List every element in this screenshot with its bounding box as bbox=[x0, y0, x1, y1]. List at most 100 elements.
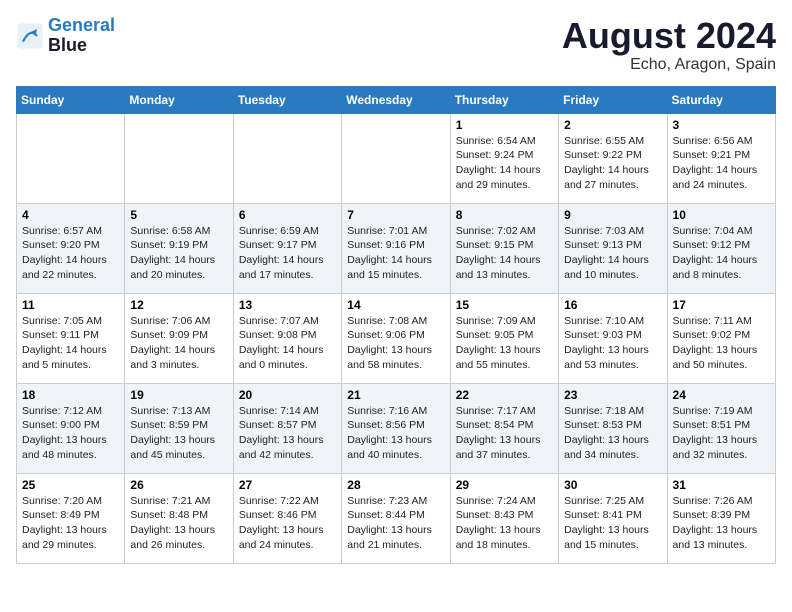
day-cell: 13 Sunrise: 7:07 AMSunset: 9:08 PMDayligh… bbox=[233, 293, 341, 383]
day-number: 14 bbox=[347, 298, 444, 312]
day-info: Sunrise: 7:23 AMSunset: 8:44 PMDaylight:… bbox=[347, 494, 444, 553]
day-info: Sunrise: 7:05 AMSunset: 9:11 PMDaylight:… bbox=[22, 314, 119, 373]
day-info: Sunrise: 7:13 AMSunset: 8:59 PMDaylight:… bbox=[130, 404, 227, 463]
day-number: 2 bbox=[564, 118, 661, 132]
day-cell: 10 Sunrise: 7:04 AMSunset: 9:12 PMDayligh… bbox=[667, 203, 775, 293]
title-block: August 2024 Echo, Aragon, Spain bbox=[562, 16, 776, 74]
day-info: Sunrise: 7:16 AMSunset: 8:56 PMDaylight:… bbox=[347, 404, 444, 463]
day-number: 9 bbox=[564, 208, 661, 222]
day-cell: 17 Sunrise: 7:11 AMSunset: 9:02 PMDayligh… bbox=[667, 293, 775, 383]
day-cell: 24Sunrise: 7:19 AMSunset: 8:51 PMDayligh… bbox=[667, 383, 775, 473]
day-info: Sunrise: 7:14 AMSunset: 8:57 PMDaylight:… bbox=[239, 404, 336, 463]
day-number: 6 bbox=[239, 208, 336, 222]
day-cell: 3 Sunrise: 6:56 AMSunset: 9:21 PMDaylight… bbox=[667, 113, 775, 203]
header-cell-tuesday: Tuesday bbox=[233, 86, 341, 113]
day-number: 23 bbox=[564, 388, 661, 402]
day-number: 16 bbox=[564, 298, 661, 312]
calendar-header: SundayMondayTuesdayWednesdayThursdayFrid… bbox=[17, 86, 776, 113]
day-number: 10 bbox=[673, 208, 770, 222]
day-cell bbox=[342, 113, 450, 203]
header-cell-friday: Friday bbox=[559, 86, 667, 113]
logo: General Blue bbox=[16, 16, 115, 56]
day-cell: 31 Sunrise: 7:26 AMSunset: 8:39 PMDayligh… bbox=[667, 473, 775, 563]
day-cell: 15 Sunrise: 7:09 AMSunset: 9:05 PMDayligh… bbox=[450, 293, 558, 383]
day-cell: 21 Sunrise: 7:16 AMSunset: 8:56 PMDayligh… bbox=[342, 383, 450, 473]
header-cell-thursday: Thursday bbox=[450, 86, 558, 113]
header-cell-wednesday: Wednesday bbox=[342, 86, 450, 113]
day-cell: 14 Sunrise: 7:08 AMSunset: 9:06 PMDayligh… bbox=[342, 293, 450, 383]
day-number: 26 bbox=[130, 478, 227, 492]
week-row-4: 18 Sunrise: 7:12 AMSunset: 9:00 PMDayligh… bbox=[17, 383, 776, 473]
calendar-table: SundayMondayTuesdayWednesdayThursdayFrid… bbox=[16, 86, 776, 564]
day-info: Sunrise: 7:09 AMSunset: 9:05 PMDaylight:… bbox=[456, 314, 553, 373]
day-cell: 9 Sunrise: 7:03 AMSunset: 9:13 PMDaylight… bbox=[559, 203, 667, 293]
day-info: Sunrise: 7:21 AMSunset: 8:48 PMDaylight:… bbox=[130, 494, 227, 553]
day-info: Sunrise: 7:12 AMSunset: 9:00 PMDaylight:… bbox=[22, 404, 119, 463]
location: Echo, Aragon, Spain bbox=[562, 56, 776, 74]
day-cell: 18 Sunrise: 7:12 AMSunset: 9:00 PMDayligh… bbox=[17, 383, 125, 473]
day-number: 22 bbox=[456, 388, 553, 402]
day-info: Sunrise: 6:59 AMSunset: 9:17 PMDaylight:… bbox=[239, 224, 336, 283]
header-cell-monday: Monday bbox=[125, 86, 233, 113]
month-title: August 2024 bbox=[562, 16, 776, 56]
day-info: Sunrise: 6:58 AMSunset: 9:19 PMDaylight:… bbox=[130, 224, 227, 283]
day-number: 27 bbox=[239, 478, 336, 492]
day-info: Sunrise: 7:03 AMSunset: 9:13 PMDaylight:… bbox=[564, 224, 661, 283]
day-number: 4 bbox=[22, 208, 119, 222]
day-cell: 8 Sunrise: 7:02 AMSunset: 9:15 PMDaylight… bbox=[450, 203, 558, 293]
day-number: 29 bbox=[456, 478, 553, 492]
day-info: Sunrise: 7:22 AMSunset: 8:46 PMDaylight:… bbox=[239, 494, 336, 553]
day-cell: 20 Sunrise: 7:14 AMSunset: 8:57 PMDayligh… bbox=[233, 383, 341, 473]
calendar-body: 1Sunrise: 6:54 AMSunset: 9:24 PMDaylight… bbox=[17, 113, 776, 563]
day-info: Sunrise: 7:26 AMSunset: 8:39 PMDaylight:… bbox=[673, 494, 770, 553]
day-number: 8 bbox=[456, 208, 553, 222]
day-number: 21 bbox=[347, 388, 444, 402]
day-info: Sunrise: 7:08 AMSunset: 9:06 PMDaylight:… bbox=[347, 314, 444, 373]
day-number: 20 bbox=[239, 388, 336, 402]
day-info: Sunrise: 7:01 AMSunset: 9:16 PMDaylight:… bbox=[347, 224, 444, 283]
day-cell: 12Sunrise: 7:06 AMSunset: 9:09 PMDayligh… bbox=[125, 293, 233, 383]
day-number: 15 bbox=[456, 298, 553, 312]
day-cell: 25 Sunrise: 7:20 AMSunset: 8:49 PMDayligh… bbox=[17, 473, 125, 563]
day-info: Sunrise: 7:07 AMSunset: 9:08 PMDaylight:… bbox=[239, 314, 336, 373]
logo-blue: Blue bbox=[48, 35, 87, 55]
header-cell-sunday: Sunday bbox=[17, 86, 125, 113]
day-number: 24 bbox=[673, 388, 770, 402]
day-info: Sunrise: 6:55 AMSunset: 9:22 PMDaylight:… bbox=[564, 134, 661, 193]
logo-general: General bbox=[48, 15, 115, 35]
day-info: Sunrise: 6:56 AMSunset: 9:21 PMDaylight:… bbox=[673, 134, 770, 193]
day-info: Sunrise: 7:02 AMSunset: 9:15 PMDaylight:… bbox=[456, 224, 553, 283]
day-info: Sunrise: 7:18 AMSunset: 8:53 PMDaylight:… bbox=[564, 404, 661, 463]
day-cell: 16Sunrise: 7:10 AMSunset: 9:03 PMDayligh… bbox=[559, 293, 667, 383]
day-number: 17 bbox=[673, 298, 770, 312]
logo-text: General Blue bbox=[48, 16, 115, 56]
day-number: 30 bbox=[564, 478, 661, 492]
day-cell: 22Sunrise: 7:17 AMSunset: 8:54 PMDayligh… bbox=[450, 383, 558, 473]
day-info: Sunrise: 7:20 AMSunset: 8:49 PMDaylight:… bbox=[22, 494, 119, 553]
header-row: SundayMondayTuesdayWednesdayThursdayFrid… bbox=[17, 86, 776, 113]
day-info: Sunrise: 7:11 AMSunset: 9:02 PMDaylight:… bbox=[673, 314, 770, 373]
day-number: 5 bbox=[130, 208, 227, 222]
week-row-3: 11 Sunrise: 7:05 AMSunset: 9:11 PMDayligh… bbox=[17, 293, 776, 383]
day-number: 3 bbox=[673, 118, 770, 132]
day-cell: 30Sunrise: 7:25 AMSunset: 8:41 PMDayligh… bbox=[559, 473, 667, 563]
day-info: Sunrise: 7:24 AMSunset: 8:43 PMDaylight:… bbox=[456, 494, 553, 553]
week-row-2: 4 Sunrise: 6:57 AMSunset: 9:20 PMDaylight… bbox=[17, 203, 776, 293]
day-cell: 2 Sunrise: 6:55 AMSunset: 9:22 PMDaylight… bbox=[559, 113, 667, 203]
day-number: 11 bbox=[22, 298, 119, 312]
day-number: 19 bbox=[130, 388, 227, 402]
day-cell: 29 Sunrise: 7:24 AMSunset: 8:43 PMDayligh… bbox=[450, 473, 558, 563]
day-number: 25 bbox=[22, 478, 119, 492]
day-number: 31 bbox=[673, 478, 770, 492]
day-cell: 23 Sunrise: 7:18 AMSunset: 8:53 PMDayligh… bbox=[559, 383, 667, 473]
day-info: Sunrise: 6:57 AMSunset: 9:20 PMDaylight:… bbox=[22, 224, 119, 283]
day-number: 18 bbox=[22, 388, 119, 402]
day-info: Sunrise: 7:04 AMSunset: 9:12 PMDaylight:… bbox=[673, 224, 770, 283]
day-info: Sunrise: 6:54 AMSunset: 9:24 PMDaylight:… bbox=[456, 134, 553, 193]
week-row-1: 1Sunrise: 6:54 AMSunset: 9:24 PMDaylight… bbox=[17, 113, 776, 203]
day-number: 13 bbox=[239, 298, 336, 312]
day-cell: 5 Sunrise: 6:58 AMSunset: 9:19 PMDaylight… bbox=[125, 203, 233, 293]
day-number: 7 bbox=[347, 208, 444, 222]
day-cell: 7 Sunrise: 7:01 AMSunset: 9:16 PMDaylight… bbox=[342, 203, 450, 293]
header-cell-saturday: Saturday bbox=[667, 86, 775, 113]
